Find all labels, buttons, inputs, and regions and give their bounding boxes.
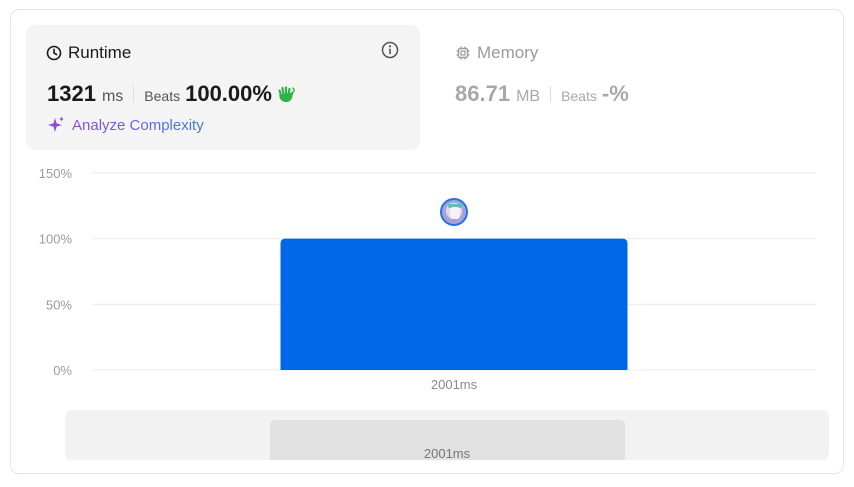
y-tick-label: 50% bbox=[46, 297, 72, 312]
x-tick-label: 2001ms bbox=[431, 377, 478, 392]
runtime-distribution-chart: 0% 50% 100% 150% 2001ms bbox=[39, 166, 816, 392]
avatar[interactable] bbox=[440, 198, 468, 226]
range-selector[interactable]: 2001ms bbox=[65, 410, 829, 460]
y-tick-label: 100% bbox=[39, 232, 73, 247]
range-selector-label: 2001ms bbox=[423, 446, 471, 460]
bar-2001ms[interactable] bbox=[280, 238, 628, 370]
y-tick-label: 0% bbox=[53, 363, 72, 378]
y-tick-label: 150% bbox=[39, 166, 73, 181]
